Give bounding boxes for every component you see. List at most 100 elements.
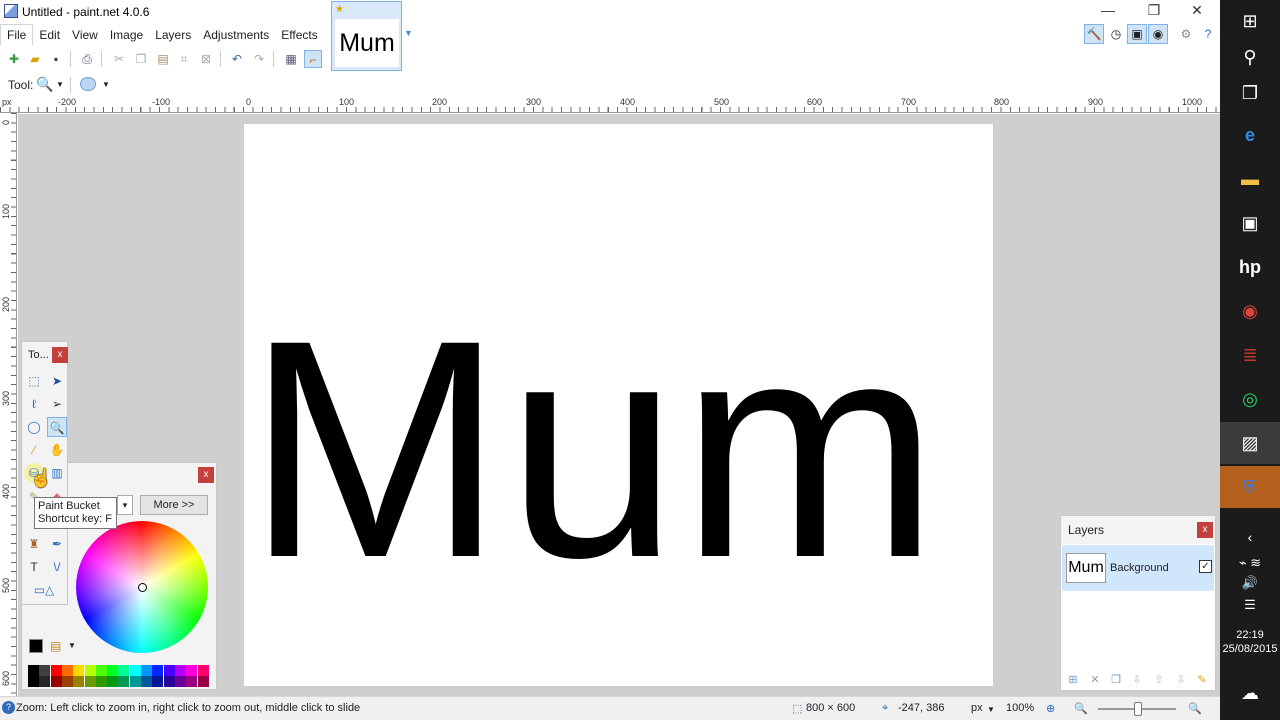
palette-swatch[interactable] [129, 676, 141, 687]
help-icon[interactable]: ? [1198, 24, 1218, 44]
green-app-icon[interactable]: ◎ [1220, 378, 1280, 420]
menu-view[interactable]: View [66, 25, 104, 45]
primary-secondary-dropdown[interactable]: ▾ [117, 495, 133, 515]
restore-button[interactable]: ❐ [1131, 0, 1177, 22]
menu-image[interactable]: Image [104, 25, 149, 45]
color-picker-icon[interactable]: ✒ [47, 534, 67, 554]
palette-swatch[interactable] [174, 676, 186, 687]
menu-file[interactable]: File [0, 24, 34, 45]
zoom-tool-button-icon[interactable]: 🔍 [47, 417, 67, 437]
rulers-toggle-icon[interactable]: ⌐ [304, 50, 322, 68]
zoom-tool-icon[interactable]: 🔍 [36, 76, 53, 93]
cut-icon[interactable]: ✂ [110, 50, 128, 68]
colors-close-button[interactable]: x [198, 467, 214, 483]
security-shield-icon[interactable]: ⛨ [1220, 466, 1280, 508]
save-icon[interactable]: ▪ [47, 50, 65, 68]
undo-icon[interactable]: ↶ [228, 50, 246, 68]
palette-swatch[interactable] [50, 676, 62, 687]
layer-properties-icon[interactable]: ✎ [1194, 672, 1210, 688]
color-wheel[interactable] [76, 521, 208, 653]
move-layer-up-icon[interactable]: ⇧ [1151, 672, 1167, 688]
clone-stamp-icon[interactable]: ♜ [24, 534, 44, 554]
history-window-toggle-icon[interactable]: ◷ [1106, 24, 1126, 44]
palette-swatch[interactable] [174, 665, 186, 676]
copy-icon[interactable]: ❐ [132, 50, 150, 68]
tool-chooser-dropdown-icon[interactable]: ▼ [56, 80, 64, 89]
palette-swatch[interactable] [129, 665, 141, 676]
menu-edit[interactable]: Edit [33, 25, 66, 45]
units-selector[interactable]: px [971, 702, 983, 714]
palette-swatch[interactable] [197, 665, 209, 676]
tools-close-button[interactable]: x [52, 347, 68, 363]
palette-swatch[interactable] [186, 665, 198, 676]
pan-hand-icon[interactable]: ✋ [47, 440, 67, 460]
open-file-icon[interactable]: ▰ [26, 50, 44, 68]
paintnet-taskbar-icon[interactable]: ▨ [1220, 422, 1280, 464]
ellipse-select-icon[interactable]: ◯ [24, 417, 44, 437]
duplicate-layer-icon[interactable]: ❐ [1108, 672, 1124, 688]
color-palette[interactable] [28, 665, 209, 687]
palette-swatch[interactable] [152, 676, 164, 687]
units-dropdown-icon[interactable]: ▼ [987, 705, 995, 714]
magic-wand-icon[interactable]: ⁄ [24, 440, 44, 460]
move-layer-down-icon[interactable]: ⇩ [1173, 672, 1189, 688]
task-view-icon[interactable]: ❐ [1220, 72, 1280, 114]
palette-swatch[interactable] [141, 676, 152, 687]
palette-swatch[interactable] [163, 676, 175, 687]
deselect-icon[interactable]: ⊠ [197, 50, 215, 68]
add-layer-icon[interactable]: ⊞ [1065, 672, 1081, 688]
palette-swatch[interactable] [152, 665, 164, 676]
weather-cloud-icon[interactable]: ☁ [1220, 672, 1280, 714]
minimize-button[interactable]: — [1085, 0, 1131, 22]
zoom-in-icon[interactable]: 🔍 [1188, 702, 1202, 715]
move-selected-icon[interactable]: ➤ [47, 371, 67, 391]
palette-swatch[interactable] [95, 676, 107, 687]
palette-swatch[interactable] [39, 676, 51, 687]
shapes-icon[interactable]: ▭△ [26, 580, 62, 600]
tools-window-toggle-icon[interactable]: 🔨 [1084, 24, 1104, 44]
colors-window-toggle-icon[interactable]: ◉ [1148, 24, 1168, 44]
palette-swatch[interactable] [95, 665, 107, 676]
zoom-level[interactable]: 100% [1006, 702, 1034, 714]
merge-layer-down-icon[interactable]: ⇩ [1129, 672, 1145, 688]
palette-swatch[interactable] [73, 676, 85, 687]
palette-swatch[interactable] [61, 676, 73, 687]
palette-swatch[interactable] [163, 665, 175, 676]
action-center-icon[interactable]: ☰ [1220, 584, 1280, 626]
image-canvas[interactable]: Mum [244, 124, 993, 686]
redo-icon[interactable]: ↷ [250, 50, 268, 68]
image-tab[interactable]: ★ Mum [331, 1, 402, 71]
winrar-icon[interactable]: ≣ [1220, 334, 1280, 376]
more-colors-button[interactable]: More >> [140, 495, 208, 515]
menu-effects[interactable]: Effects [275, 25, 323, 45]
new-image-icon[interactable]: ✚ [5, 50, 23, 68]
menu-adjustments[interactable]: Adjustments [197, 25, 275, 45]
zoom-slider-thumb[interactable] [1134, 702, 1142, 716]
palette-swatch[interactable] [84, 676, 96, 687]
palette-swatch[interactable] [118, 665, 130, 676]
file-explorer-icon[interactable]: ▬ [1220, 158, 1280, 200]
store-icon[interactable]: ▣ [1220, 202, 1280, 244]
palette-swatch[interactable] [186, 676, 198, 687]
menu-layers[interactable]: Layers [149, 25, 197, 45]
delete-layer-icon[interactable]: ✕ [1087, 672, 1103, 688]
text-tool-icon[interactable]: T [24, 557, 44, 577]
palette-swatch[interactable] [197, 676, 209, 687]
palette-swatch[interactable] [73, 665, 85, 676]
palette-swatch[interactable] [107, 665, 119, 676]
palette-dropdown-icon[interactable]: ▼ [68, 641, 76, 650]
palette-swatch[interactable] [28, 665, 39, 676]
layer-row-background[interactable]: Mum Background ✓ [1062, 545, 1214, 591]
palette-swatch[interactable] [84, 665, 96, 676]
zoom-out-icon[interactable]: 🔍 [1074, 702, 1088, 715]
palette-swatch[interactable] [107, 676, 119, 687]
layers-window-toggle-icon[interactable]: ▣ [1127, 24, 1147, 44]
print-icon[interactable]: ⎙ [78, 50, 96, 68]
palette-swatch[interactable] [141, 665, 152, 676]
primary-color-swatch[interactable] [29, 639, 43, 653]
chrome-icon[interactable]: ◉ [1220, 290, 1280, 332]
lasso-select-icon[interactable]: ℓ [24, 394, 44, 414]
color-wheel-cursor[interactable] [138, 583, 147, 592]
palette-swatch[interactable] [50, 665, 62, 676]
paste-icon[interactable]: ▤ [154, 50, 172, 68]
